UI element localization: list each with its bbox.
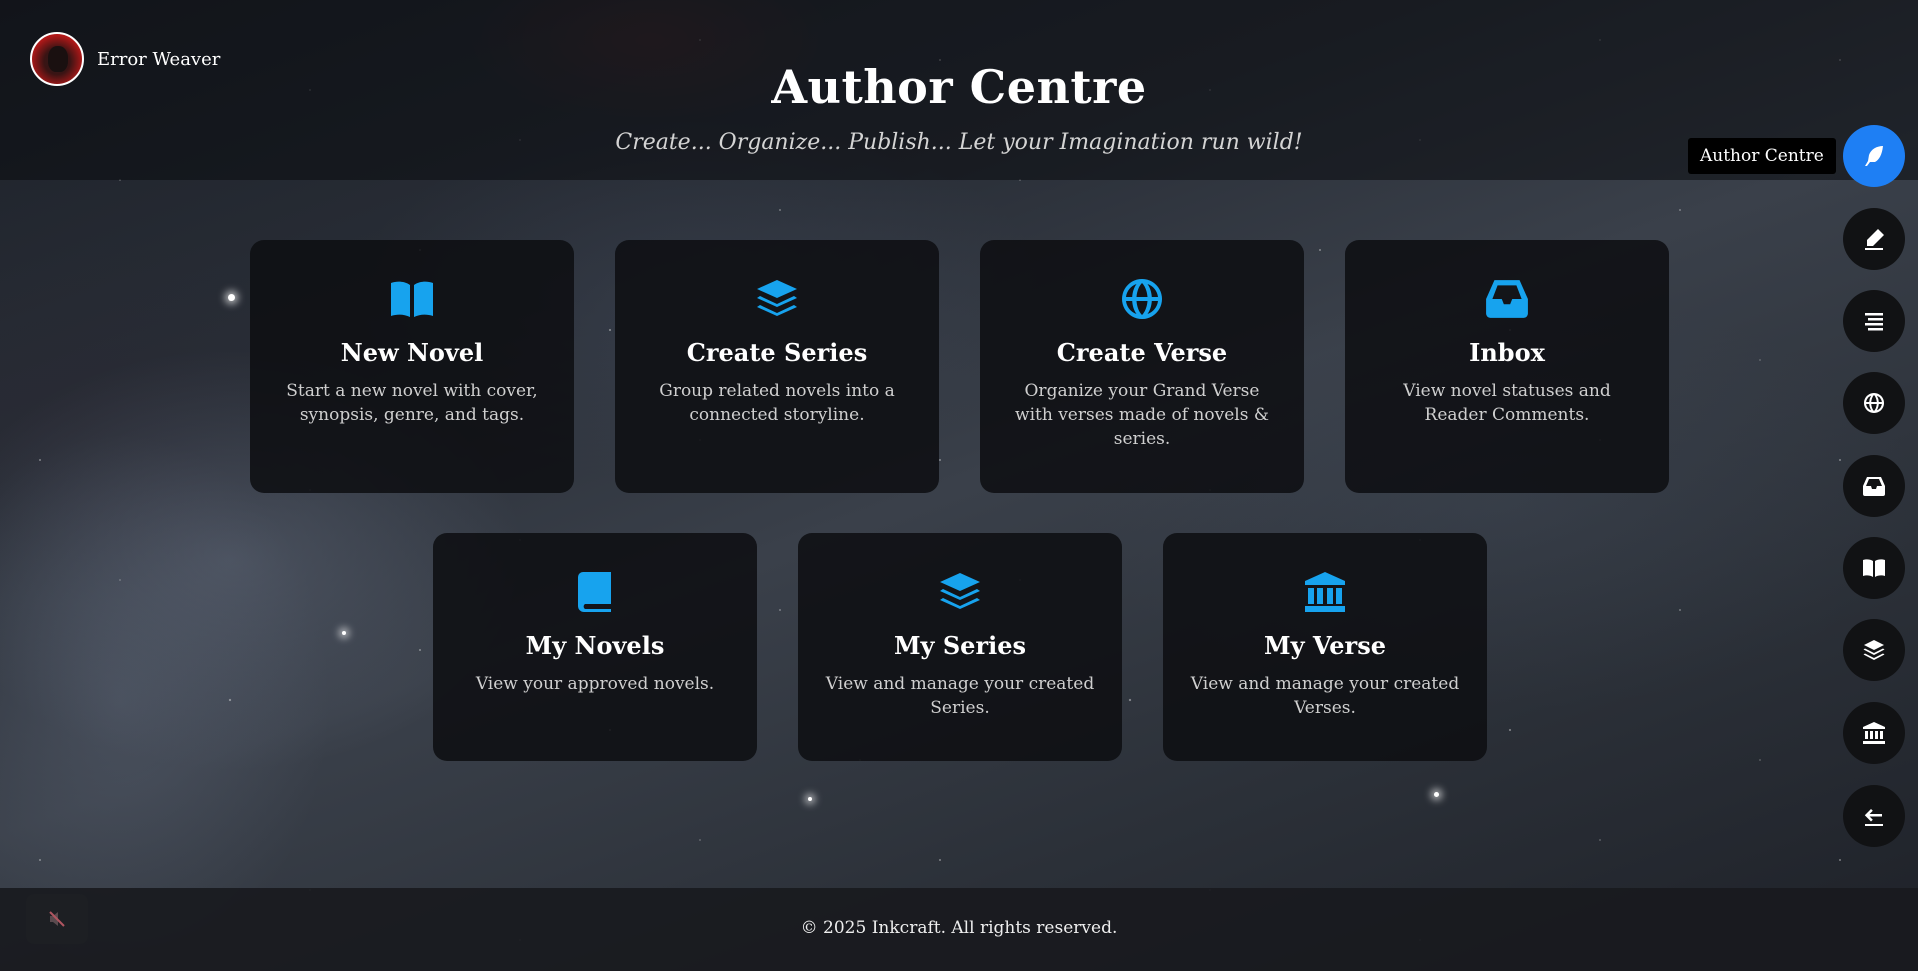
layers-icon <box>1863 640 1885 660</box>
page-subtitle: Create... Organize... Publish... Let you… <box>615 130 1303 155</box>
card-description: View and manage your created Verses. <box>1190 674 1460 718</box>
pen-icon <box>1865 229 1884 250</box>
page-title: Author Centre <box>771 60 1147 114</box>
card-description: View and manage your created Series. <box>825 674 1095 718</box>
sidebar-series-button[interactable] <box>1843 619 1905 681</box>
institution-icon <box>1189 571 1461 613</box>
sidebar-verse-library-button[interactable] <box>1843 702 1905 764</box>
card-title: Create Series <box>686 338 868 367</box>
card-description: Organize your Grand Verse with verses ma… <box>1015 381 1269 449</box>
inbox-icon <box>1371 278 1643 320</box>
card-description: View novel statuses and Reader Comments. <box>1403 381 1611 425</box>
layers-icon <box>641 278 913 320</box>
card-create-series[interactable]: Create Series Group related novels into … <box>615 240 939 493</box>
card-description: Start a new novel with cover, synopsis, … <box>286 381 538 425</box>
card-title: My Verse <box>1264 631 1386 660</box>
inbox-icon <box>1863 477 1885 496</box>
globe-icon <box>1864 393 1885 413</box>
open-book-icon <box>1863 559 1885 577</box>
institution-icon <box>1863 722 1885 744</box>
sidebar-author-centre-button[interactable] <box>1843 125 1905 187</box>
sidebar-back-button[interactable] <box>1843 785 1905 847</box>
card-title: New Novel <box>340 338 484 367</box>
card-my-verse[interactable]: My Verse View and manage your created Ve… <box>1163 533 1487 761</box>
sidebar-inbox-button[interactable] <box>1843 455 1905 517</box>
card-title: My Novels <box>525 631 665 660</box>
card-description: View your approved novels. <box>475 674 715 694</box>
sidebar-verse-button[interactable] <box>1843 372 1905 434</box>
open-book-icon <box>276 278 548 320</box>
bright-star <box>1434 792 1439 797</box>
card-create-verse[interactable]: Create Verse Organize your Grand Verse w… <box>980 240 1304 493</box>
bright-star <box>342 631 346 635</box>
sidebar-list-button[interactable] <box>1843 290 1905 352</box>
copyright-text: © 2025 Inkcraft. All rights reserved. <box>800 918 1118 938</box>
bright-star <box>808 797 812 801</box>
card-title: Create Verse <box>1056 338 1228 367</box>
bright-star <box>228 294 235 301</box>
card-inbox[interactable]: Inbox View novel statuses and Reader Com… <box>1345 240 1669 493</box>
sidebar-write-button[interactable] <box>1843 208 1905 270</box>
back-arrow-icon <box>1864 809 1883 826</box>
sidebar-novels-button[interactable] <box>1843 537 1905 599</box>
book-icon <box>459 571 731 613</box>
card-my-series[interactable]: My Series View and manage your created S… <box>798 533 1122 761</box>
feather-icon <box>1865 146 1883 166</box>
header: Error Weaver Author Centre Create... Org… <box>0 0 1918 180</box>
list-icon <box>1865 313 1883 331</box>
layers-icon <box>824 571 1096 613</box>
card-description: Group related novels into a connected st… <box>659 381 895 425</box>
card-title: My Series <box>893 631 1026 660</box>
card-new-novel[interactable]: New Novel Start a new novel with cover, … <box>250 240 574 493</box>
card-title: Inbox <box>1469 338 1545 367</box>
card-my-novels[interactable]: My Novels View your approved novels. <box>433 533 757 761</box>
globe-icon <box>1006 278 1278 320</box>
sidebar-tooltip: Author Centre <box>1688 138 1836 174</box>
